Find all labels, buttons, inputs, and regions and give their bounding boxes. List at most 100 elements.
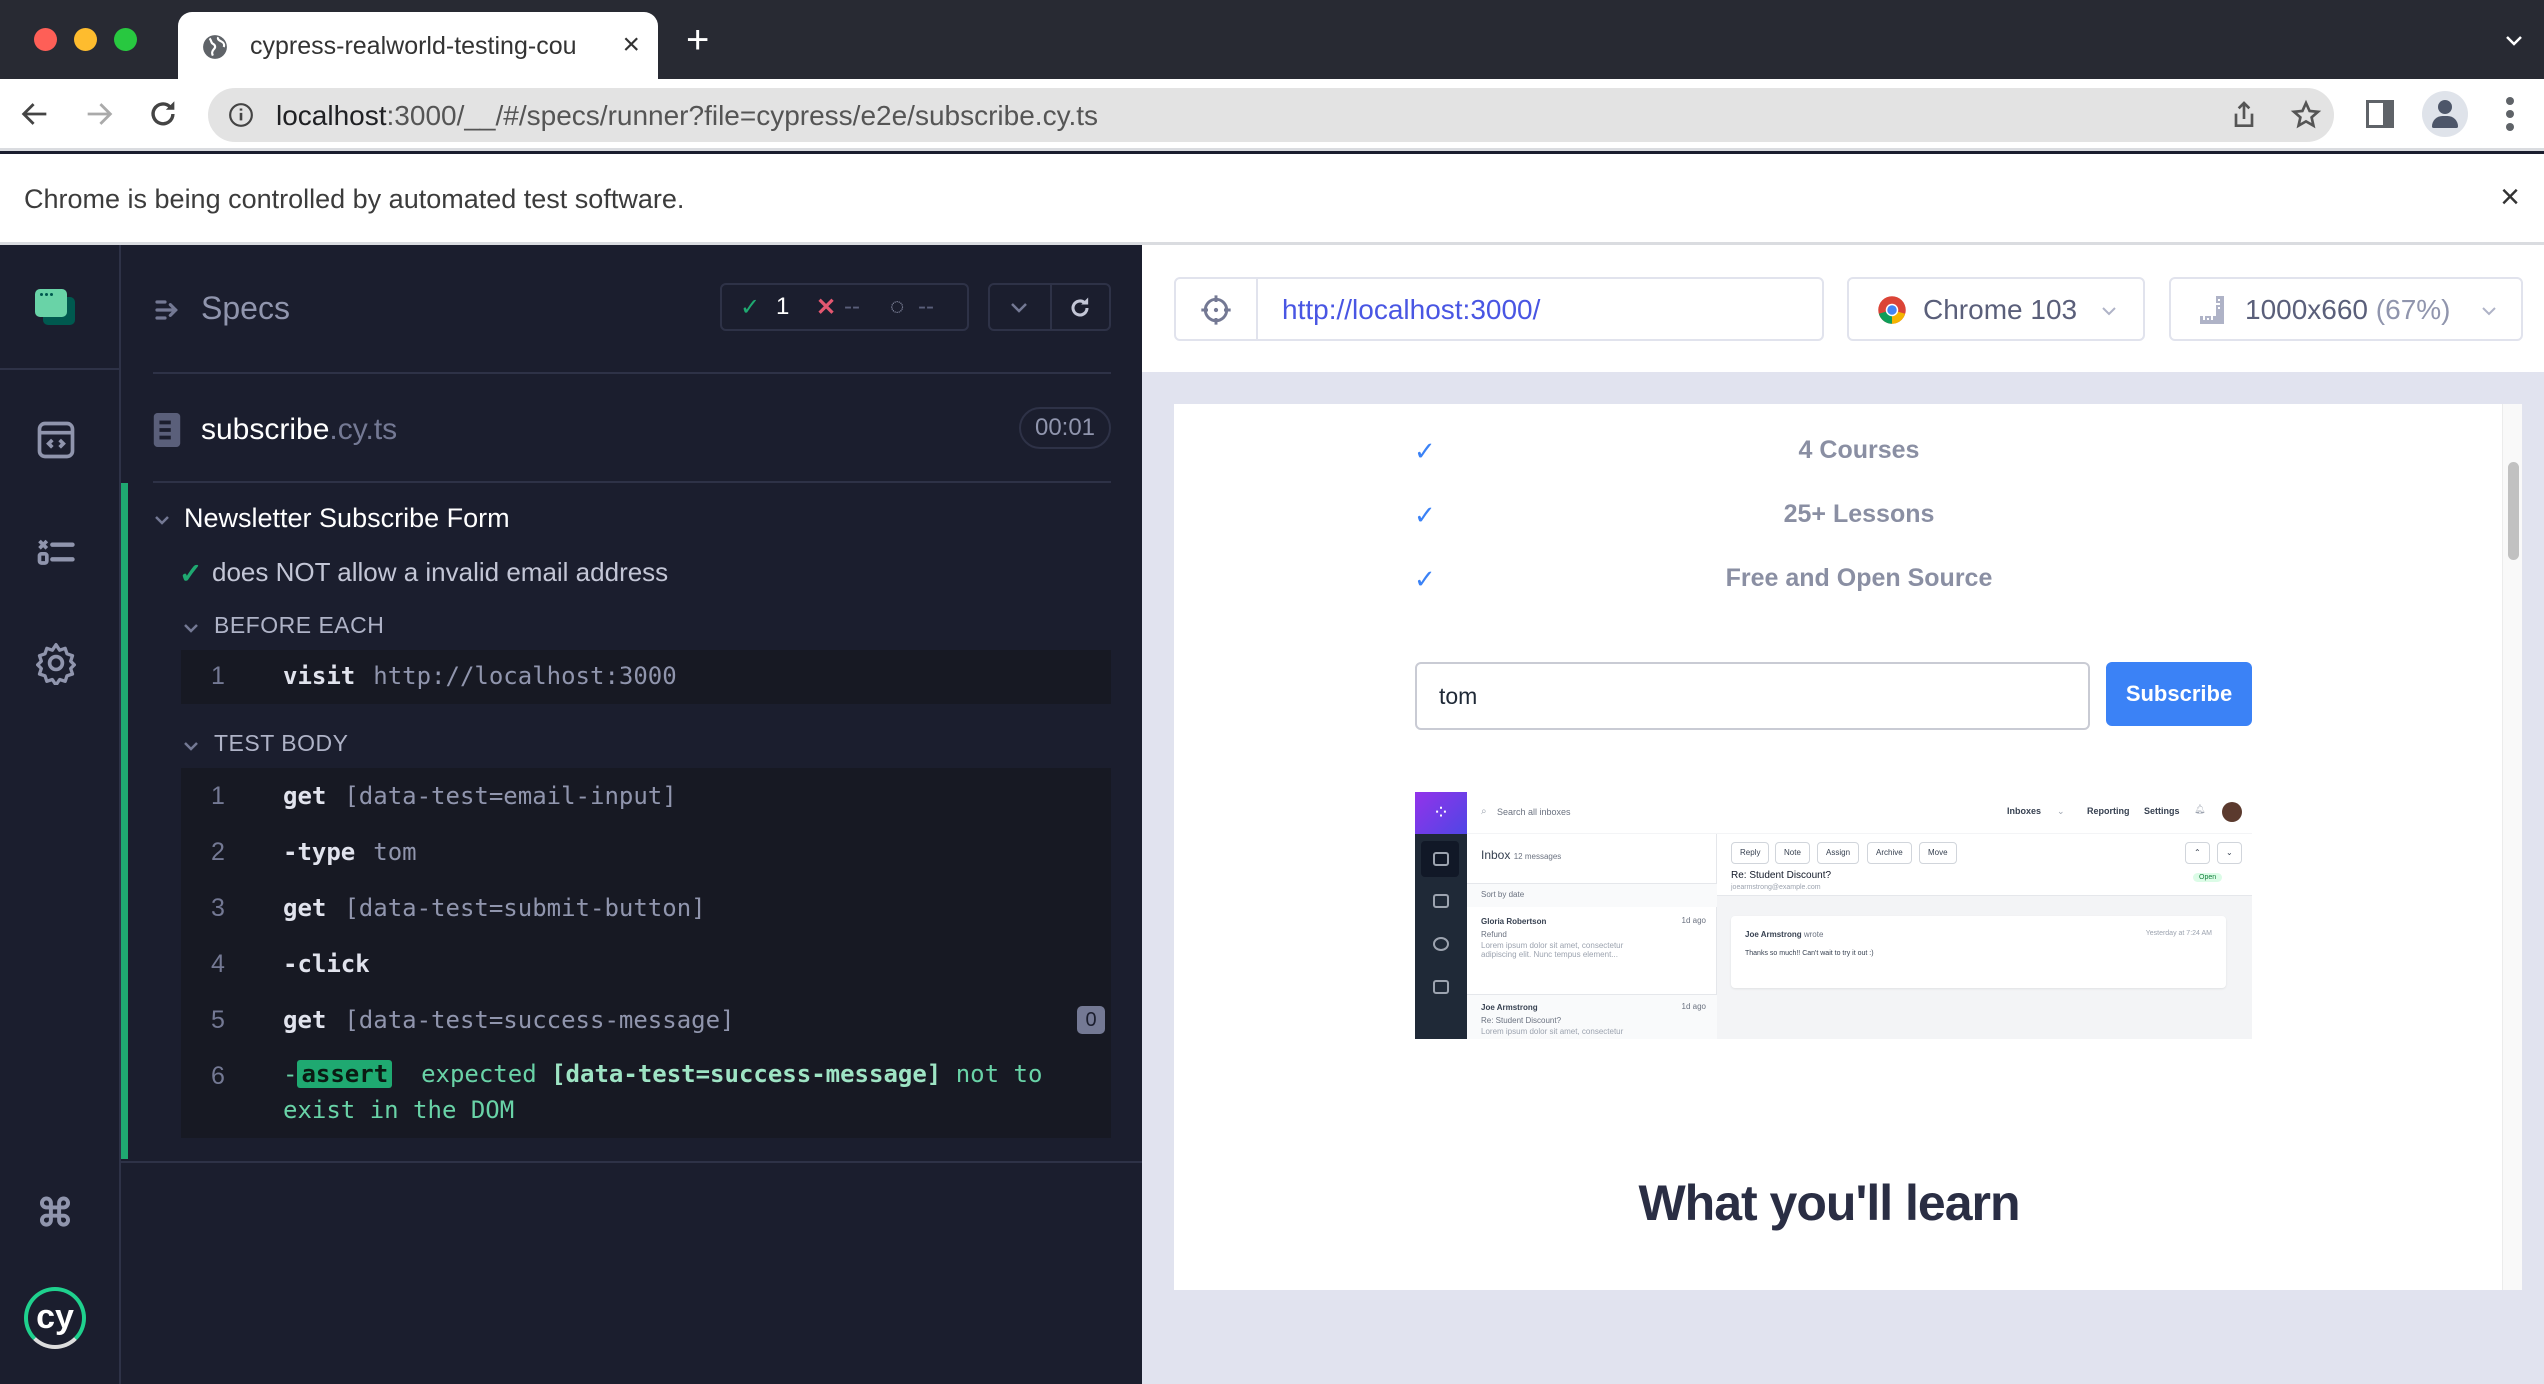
reporter-controls — [988, 283, 1111, 331]
command-name: get [data-test=submit-button] — [283, 894, 706, 922]
bookmark-star-icon[interactable] — [2290, 99, 2322, 131]
command-arg: [data-test=success-message] — [344, 1006, 735, 1034]
mock-topbar: ⌕ Search all inboxes Inboxes ⌄ Reporting… — [1467, 792, 2252, 834]
selector-playground-button[interactable] — [1176, 279, 1258, 339]
infobar-close-icon[interactable]: × — [2500, 178, 2520, 217]
inbox-preview-image: ⁘ ⌕ Search all inboxes Inboxes ⌄ Reporti… — [1415, 792, 2252, 1039]
mock-archive-icon — [1433, 894, 1449, 908]
ruler-icon — [2200, 296, 2224, 324]
command-name: get [data-test=email-input] — [283, 782, 677, 810]
cypress-sidebar: ⌘ cy — [0, 245, 121, 1384]
aut-url[interactable]: http://localhost:3000/ — [1282, 294, 1540, 326]
window-close-button[interactable] — [34, 28, 57, 51]
browser-tab[interactable]: cypress-realworld-testing-cou × — [178, 12, 658, 79]
command-arg: [data-test=email-input] — [344, 782, 677, 810]
command-number: 1 — [211, 662, 225, 690]
command-number: 3 — [211, 894, 225, 922]
aut-scrollbar[interactable] — [2502, 404, 2522, 1290]
mock-message-list: Inbox 12 messages Sort by date Gloria Ro… — [1467, 834, 1717, 1039]
rerun-icon[interactable] — [1066, 294, 1094, 322]
scrollbar-thumb[interactable] — [2508, 462, 2519, 560]
specs-list-icon[interactable] — [153, 294, 185, 326]
section-heading: What you'll learn — [1638, 1175, 2020, 1231]
hook-chevron-icon[interactable] — [183, 741, 199, 751]
browser-toolbar: localhost:3000/__/#/specs/runner?file=cy… — [0, 79, 2544, 151]
browser-menu-icon[interactable] — [2500, 97, 2520, 133]
window-minimize-button[interactable] — [74, 28, 97, 51]
suite-chevron-icon[interactable] — [154, 515, 170, 525]
aut-header: http://localhost:3000/ Chrome 103 1000x6… — [1142, 245, 2544, 372]
suite-title[interactable]: Newsletter Subscribe Form — [184, 503, 510, 534]
command-row[interactable]: 3 get [data-test=submit-button] — [181, 884, 1111, 934]
spec-file-name: subscribe.cy.ts — [201, 413, 398, 446]
forward-arrow-icon[interactable] — [82, 97, 116, 131]
viewport-selector[interactable]: 1000x660 (67%) — [2169, 277, 2523, 341]
chevron-down-icon — [2482, 307, 2496, 316]
command-row[interactable]: 5 get [data-test=success-message] 0 — [181, 996, 1111, 1046]
feature-item: ✓ 25+ Lessons — [1414, 500, 1935, 530]
window-maximize-button[interactable] — [114, 28, 137, 51]
before-each-commands: 1 visit http://localhost:3000 — [181, 650, 1111, 704]
new-tab-button[interactable]: + — [686, 20, 709, 60]
command-row[interactable]: 1 get [data-test=email-input] — [181, 772, 1111, 822]
mock-status-badge: Open — [2193, 873, 2223, 882]
globe-icon — [203, 35, 227, 59]
command-name: -type tom — [283, 838, 417, 866]
divider — [121, 1161, 1142, 1163]
hook-chevron-icon[interactable] — [183, 623, 199, 633]
feature-item: ✓ Free and Open Source — [1414, 564, 1993, 594]
feature-item: ✓ 4 Courses — [1414, 436, 1920, 466]
tab-search-chevron-icon[interactable] — [2504, 30, 2524, 50]
test-body-commands: 1 get [data-test=email-input] 2 -type tom … — [181, 768, 1111, 1138]
side-panel-icon[interactable] — [2366, 100, 2394, 128]
document-icon — [153, 413, 181, 447]
tab-title: cypress-realworld-testing-cou — [250, 32, 577, 60]
mock-rail: ⁘ — [1415, 792, 1467, 1039]
command-name: get [data-test=success-message] — [283, 1006, 735, 1034]
test-title[interactable]: does NOT allow a invalid email address — [212, 557, 668, 588]
collapse-all-chevron-icon[interactable] — [1008, 297, 1030, 317]
settings-gear-icon[interactable] — [34, 641, 78, 685]
element-count-badge: 0 — [1077, 1006, 1105, 1034]
command-number: 1 — [211, 782, 225, 810]
address-bar[interactable]: localhost:3000/__/#/specs/runner?file=cy… — [208, 88, 2334, 142]
mock-avatar — [2222, 802, 2242, 822]
command-number: 2 — [211, 838, 225, 866]
test-stats: ✓ 1 ✕ -- ◌ -- — [720, 283, 969, 331]
specs-code-icon[interactable] — [34, 418, 78, 462]
assert-tag: assert — [297, 1060, 393, 1088]
assertion-row[interactable]: 6 - assert expected [data-test=success-me… — [181, 1052, 1111, 1132]
command-log-reporter: Specs ✓ 1 ✕ -- ◌ -- subscribe.cy.ts 00:0… — [121, 245, 1142, 1384]
command-row[interactable]: 1 visit http://localhost:3000 — [181, 652, 1111, 702]
command-arg: [data-test=submit-button] — [344, 894, 706, 922]
tab-close-icon[interactable]: × — [622, 28, 640, 62]
command-number: 4 — [211, 950, 225, 978]
profile-avatar-icon[interactable] — [2422, 91, 2468, 137]
pending-count: -- — [918, 293, 934, 320]
browser-selector[interactable]: Chrome 103 — [1847, 277, 2145, 341]
project-logo[interactable] — [0, 245, 121, 370]
address-url: localhost:3000/__/#/specs/runner?file=cy… — [276, 100, 1099, 131]
aut-url-box: http://localhost:3000/ — [1174, 277, 1824, 341]
failed-x-icon: ✕ — [816, 294, 837, 321]
mock-flag-icon — [1433, 980, 1449, 994]
chevron-down-icon — [2102, 307, 2116, 316]
back-arrow-icon[interactable] — [18, 97, 52, 131]
command-row[interactable]: 2 -type tom — [181, 828, 1111, 878]
divider — [153, 372, 1111, 374]
test-passed-check-icon: ✓ — [179, 558, 203, 589]
hook-title-before-each[interactable]: BEFORE EACH — [214, 612, 384, 639]
reload-icon[interactable] — [146, 97, 180, 131]
cypress-logo-icon[interactable]: cy — [24, 1287, 86, 1349]
command-name: -click — [283, 950, 370, 978]
site-info-icon[interactable] — [228, 102, 254, 128]
specs-toggle-label[interactable]: Specs — [201, 290, 290, 327]
email-input[interactable]: tom — [1415, 662, 2090, 730]
keyboard-shortcuts-icon[interactable]: ⌘ — [36, 1191, 74, 1236]
hook-title-test-body[interactable]: TEST BODY — [214, 730, 348, 757]
share-icon[interactable] — [2228, 99, 2260, 131]
subscribe-button[interactable]: Subscribe — [2106, 662, 2252, 726]
aut-iframe: ✓ 4 Courses ✓ 25+ Lessons ✓ Free and Ope… — [1174, 404, 2522, 1290]
command-row[interactable]: 4 -click — [181, 940, 1111, 990]
runs-list-icon[interactable] — [34, 530, 78, 574]
